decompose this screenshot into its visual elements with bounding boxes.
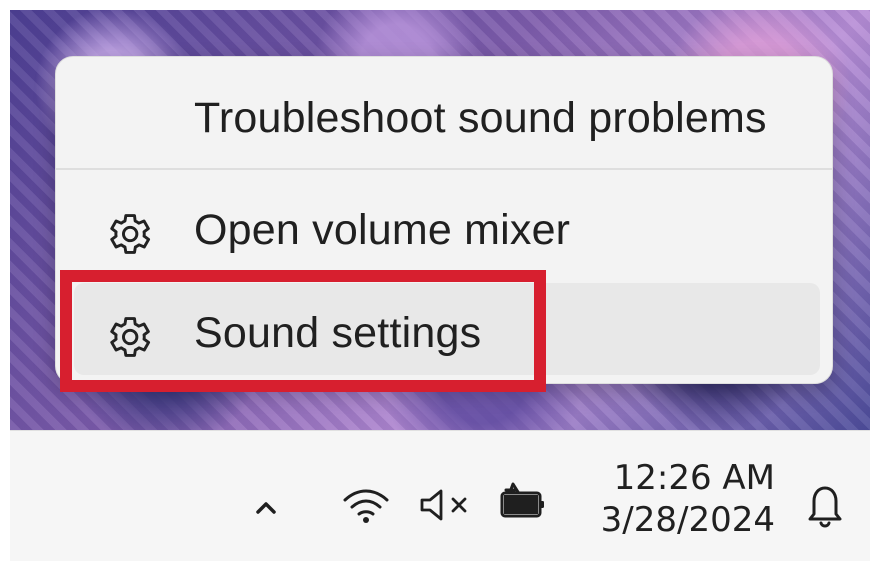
muted-speaker-icon[interactable] [415, 485, 473, 525]
bell-icon[interactable] [801, 479, 849, 531]
sound-settings-menu-item[interactable]: Sound settings [74, 283, 820, 375]
troubleshoot-sound-problems-label: Troubleshoot sound problems [194, 94, 767, 142]
clock-date: 3/28/2024 [600, 500, 775, 540]
chevron-up-icon[interactable] [246, 488, 286, 528]
sound-context-menu: Troubleshoot sound problems Open volume … [55, 56, 833, 384]
gear-icon [110, 317, 151, 357]
gear-icon [110, 214, 151, 254]
troubleshoot-sound-problems-menu-item[interactable]: Troubleshoot sound problems [74, 75, 822, 159]
open-volume-mixer-label: Open volume mixer [194, 206, 571, 254]
sound-settings-label: Sound settings [194, 309, 482, 357]
taskbar: 12:26 AM 3/28/2024 [10, 430, 870, 561]
open-volume-mixer-menu-item[interactable]: Open volume mixer [74, 187, 822, 271]
battery-icon[interactable] [493, 480, 551, 524]
screen: Troubleshoot sound problems Open volume … [0, 0, 870, 571]
menu-separator [56, 168, 832, 170]
taskbar-clock[interactable]: 12:26 AM 3/28/2024 [585, 457, 775, 547]
clock-time: 12:26 AM [613, 458, 775, 498]
wifi-icon[interactable] [339, 484, 393, 526]
